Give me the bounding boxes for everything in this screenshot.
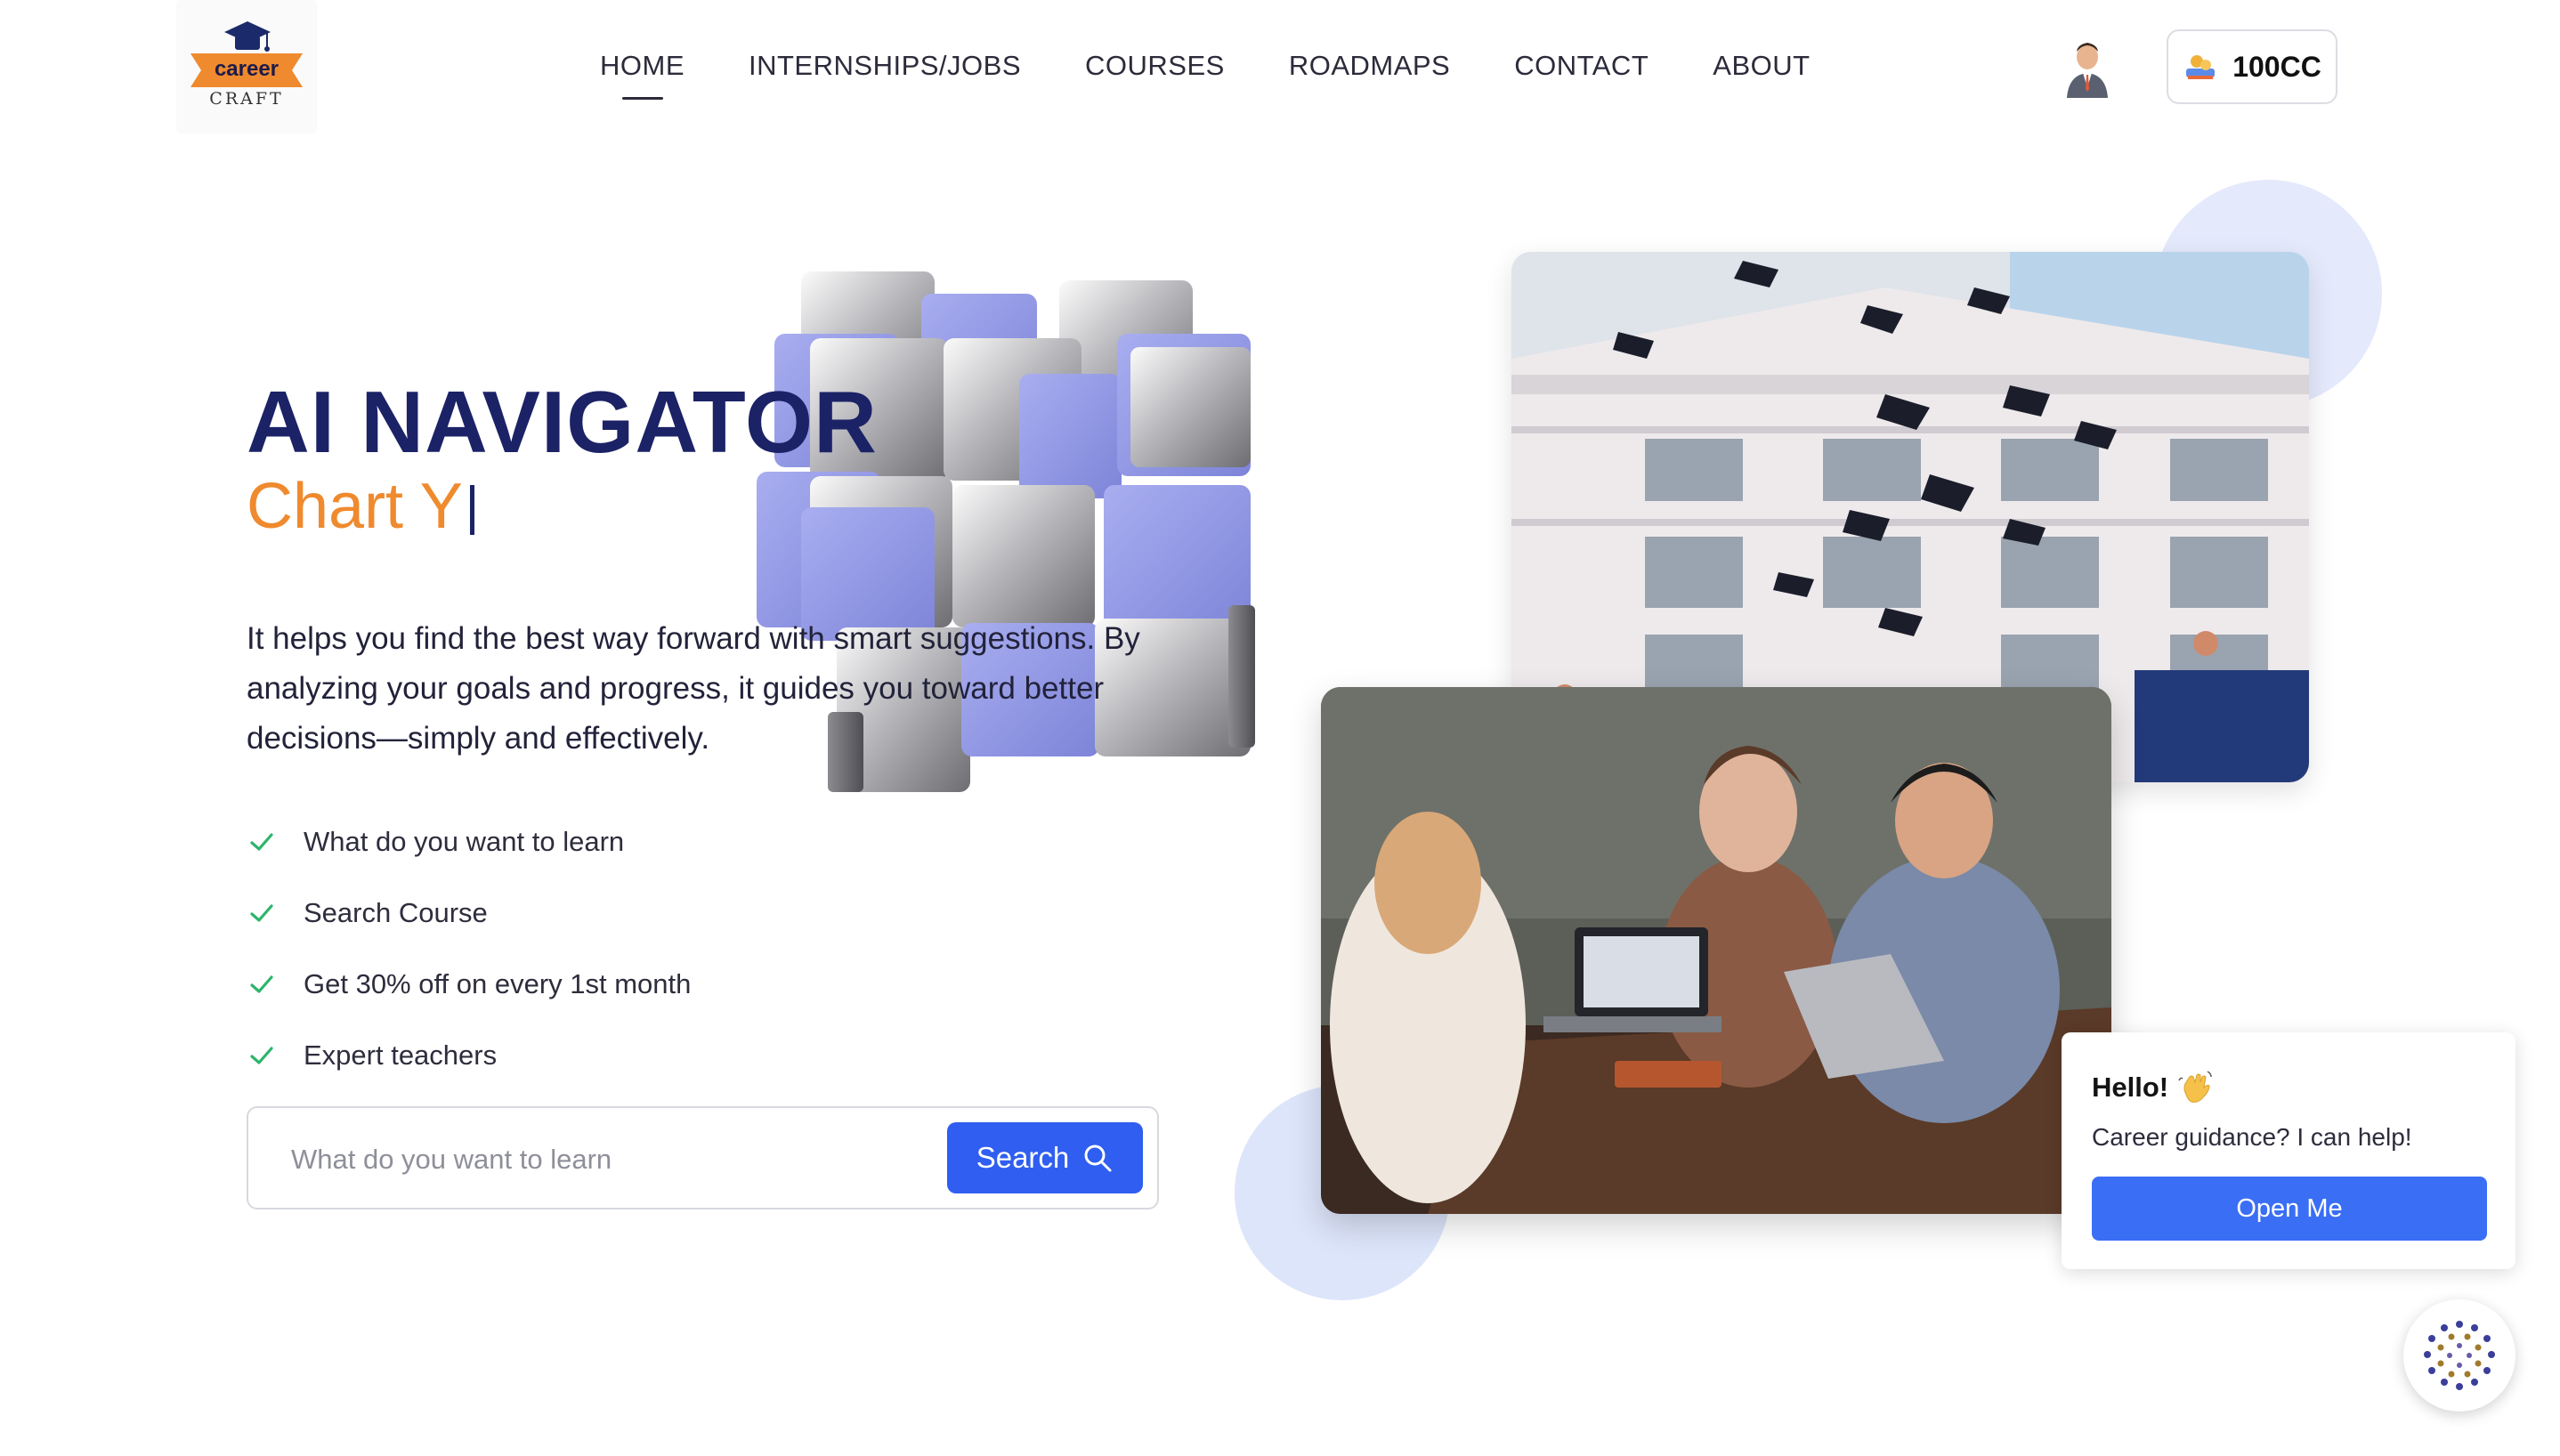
nav-internships-jobs[interactable]: INTERNSHIPS/JOBS [749, 50, 1021, 82]
chat-greeting: Hello! [2092, 1068, 2215, 1107]
open-chat-button[interactable]: Open Me [2092, 1177, 2487, 1241]
check-icon [250, 833, 273, 851]
search-bar: Search [247, 1106, 1159, 1209]
hero-title: AI NAVIGATOR [247, 373, 878, 471]
search-input[interactable] [291, 1135, 914, 1185]
logo-text-career: career [214, 57, 279, 81]
feature-label: What do you want to learn [304, 826, 625, 857]
nav-about[interactable]: ABOUT [1713, 50, 1810, 82]
chat-message: Career guidance? I can help! [2092, 1123, 2412, 1151]
hero-typed-word: Chart Y [247, 471, 463, 542]
nav-roadmaps[interactable]: ROADMAPS [1289, 50, 1450, 82]
chat-greeting-text: Hello! [2092, 1072, 2169, 1103]
coins-label: 100CC [2232, 50, 2321, 83]
logo-text-craft: CRAFT [209, 89, 284, 109]
search-icon [1084, 1145, 1112, 1172]
hero-description: It helps you find the best way forward w… [247, 621, 1140, 756]
search-button[interactable]: Search [947, 1122, 1143, 1193]
coin-icon [2186, 55, 2216, 79]
main-nav: HOME INTERNSHIPS/JOBS COURSES ROADMAPS C… [600, 50, 1811, 82]
feature-label: Expert teachers [304, 1039, 498, 1071]
user-avatar-icon[interactable] [2062, 37, 2113, 98]
chatbot-icon [2424, 1321, 2495, 1390]
feature-label: Search Course [304, 897, 488, 928]
chat-popup: Hello! Career guidance? I can help! Open… [2062, 1032, 2515, 1269]
students-studying-photo [1321, 687, 2111, 1214]
feature-list: What do you want to learn Search Course … [247, 806, 691, 1091]
coins-button[interactable]: 100CC [2167, 29, 2337, 104]
nav-contact[interactable]: CONTACT [1514, 50, 1649, 82]
feature-item: Search Course [247, 878, 691, 949]
check-icon [250, 975, 273, 993]
check-icon [250, 1047, 273, 1064]
feature-label: Get 30% off on every 1st month [304, 968, 692, 999]
waving-hand-icon [2178, 1071, 2212, 1103]
nav-courses[interactable]: COURSES [1085, 50, 1225, 82]
feature-item: Expert teachers [247, 1020, 691, 1091]
check-icon [250, 904, 273, 922]
brand-logo[interactable]: career CRAFT [176, 0, 317, 133]
nav-home[interactable]: HOME [600, 50, 685, 82]
search-button-label: Search [976, 1141, 1070, 1174]
hero-typed-text: Chart Y [247, 470, 474, 543]
feature-item: Get 30% off on every 1st month [247, 949, 691, 1020]
feature-item: What do you want to learn [247, 806, 691, 878]
chatbot-launcher[interactable] [2403, 1299, 2515, 1412]
typing-caret [469, 485, 474, 535]
